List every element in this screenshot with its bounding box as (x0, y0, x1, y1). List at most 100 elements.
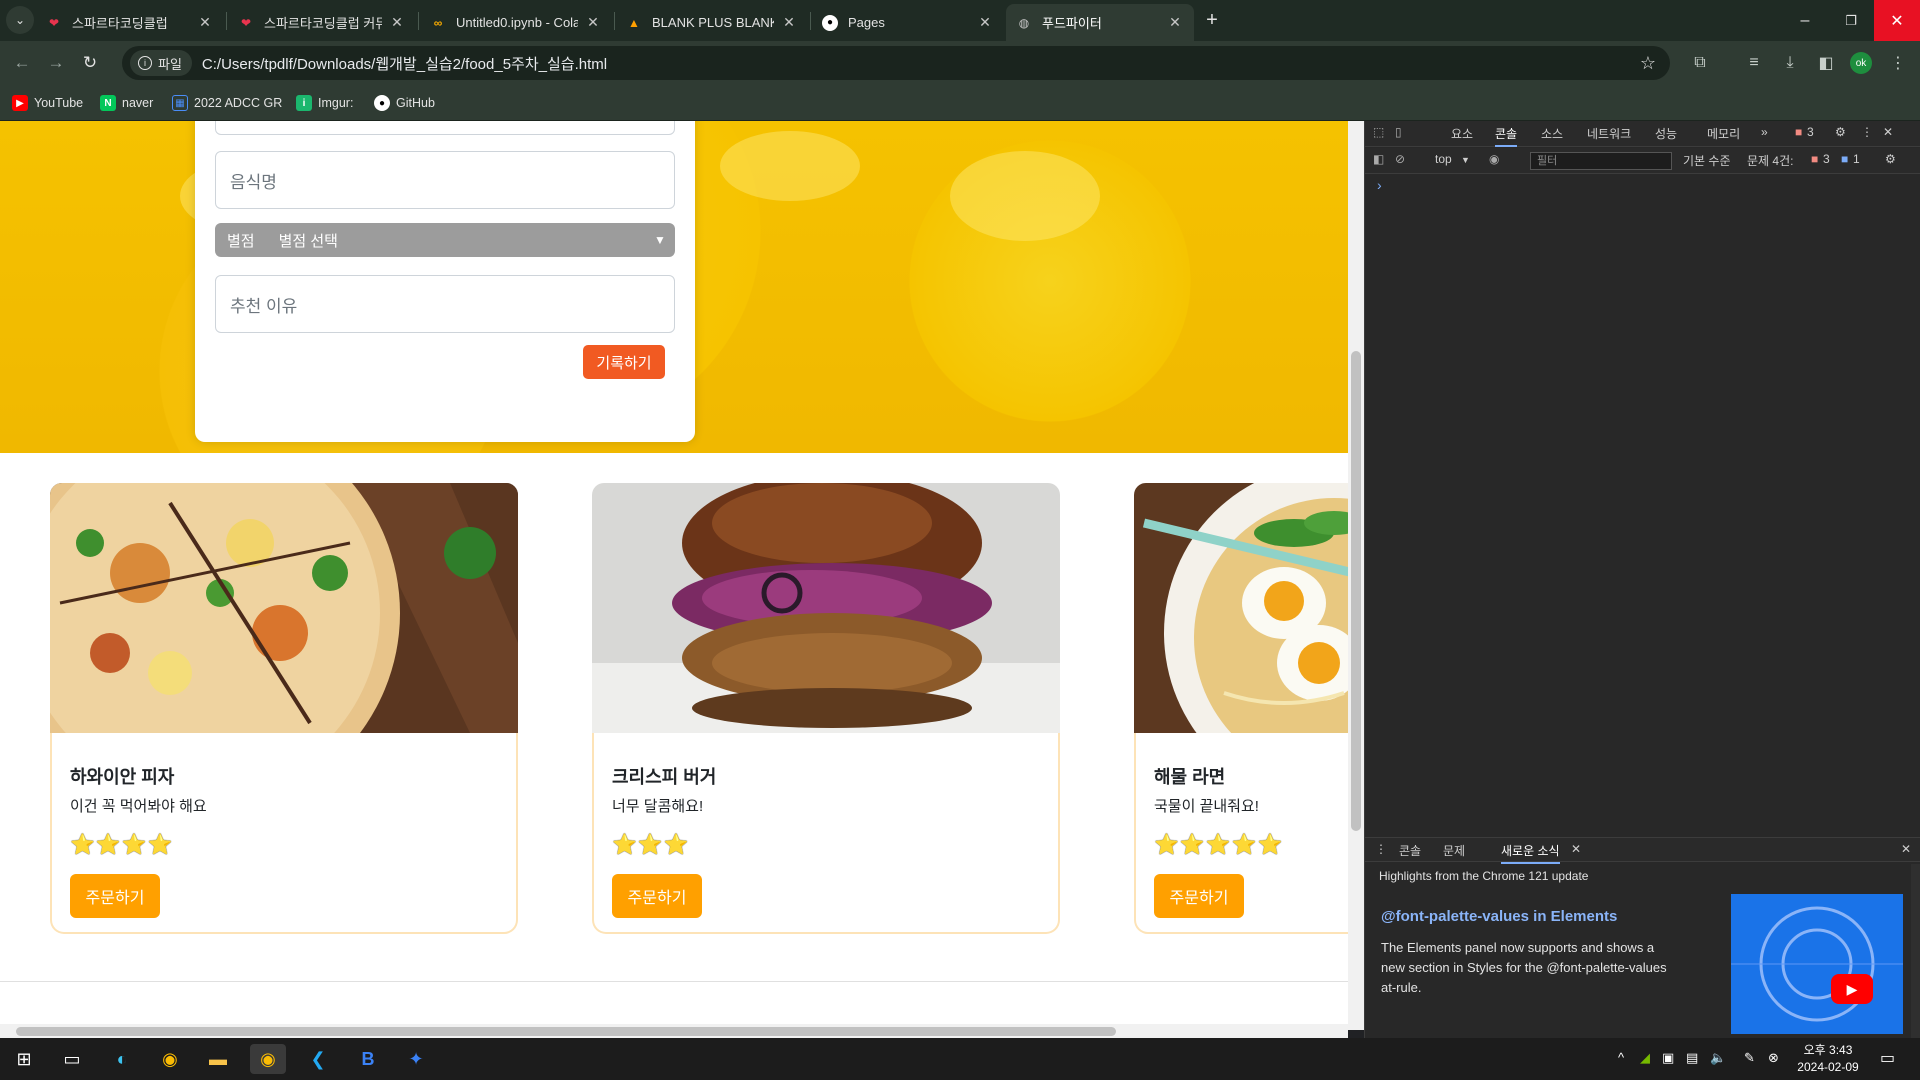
file-explorer-icon[interactable]: ▬ (200, 1044, 236, 1074)
rating-select-group[interactable]: 별점 별점 선택 ▼ (215, 223, 675, 257)
media-control-icon[interactable]: ≡ (1742, 51, 1766, 75)
extensions-icon[interactable]: ⧉ (1688, 51, 1712, 75)
submit-button[interactable]: 기록하기 (583, 345, 665, 379)
close-devtools-icon[interactable]: ✕ (1883, 125, 1893, 139)
tab-colab[interactable]: ∞ Untitled0.ipynb - Colaboratory ✕ (420, 4, 612, 41)
clear-console-icon[interactable]: ⊘ (1395, 152, 1405, 166)
status-icon[interactable]: ⊗ (1768, 1050, 1779, 1066)
more-tabs-icon[interactable]: » (1761, 125, 1768, 139)
issue-info-count[interactable]: 1 (1853, 152, 1860, 166)
side-panel-icon[interactable]: ◧ (1814, 51, 1838, 75)
close-icon[interactable]: ✕ (388, 14, 406, 31)
tab-sparta-community[interactable]: ❤ 스파르타코딩클럽 커뮤니티 | 스 ✕ (228, 4, 416, 41)
forward-button[interactable]: → (42, 49, 70, 77)
url-text[interactable]: C:/Users/tpdlf/Downloads/웹개발_실습2/food_5주… (202, 53, 607, 74)
order-button[interactable]: 주문하기 (1154, 874, 1244, 918)
food-name-input[interactable]: 음식명 (215, 151, 675, 209)
tab-sources[interactable]: 소스 (1541, 125, 1563, 142)
scrollbar-thumb[interactable] (1351, 351, 1361, 831)
context-select[interactable]: top (1435, 152, 1452, 166)
nvidia-icon[interactable]: ◢ (1640, 1050, 1650, 1066)
bookmark-imgur[interactable]: i Imgur: (296, 93, 353, 113)
download-icon[interactable]: ⤓ (1778, 51, 1802, 75)
whats-new-title[interactable]: @font-palette-values in Elements (1381, 908, 1617, 925)
windows-start-icon[interactable]: ⊞ (6, 1044, 42, 1074)
console-prompt[interactable]: › (1377, 177, 1382, 193)
close-icon[interactable]: ✕ (780, 14, 798, 31)
settings-gear-icon[interactable]: ⚙ (1835, 125, 1846, 139)
chrome-profile-icon[interactable]: ◉ (250, 1044, 286, 1074)
close-icon[interactable]: ✕ (1571, 842, 1581, 856)
reload-button[interactable]: ↻ (76, 49, 104, 77)
messenger-icon[interactable]: ✦ (398, 1044, 434, 1074)
reason-textarea[interactable]: 추천 이유 (215, 275, 675, 333)
sidebar-toggle-icon[interactable]: ◧ (1373, 152, 1384, 166)
rating-select[interactable]: 별점 선택 (267, 230, 645, 251)
task-view-icon[interactable]: ▭ (54, 1044, 90, 1074)
clock[interactable]: 오후 3:43 2024-02-09 (1790, 1042, 1866, 1076)
order-button[interactable]: 주문하기 (612, 874, 702, 918)
restore-button[interactable]: ❐ (1828, 0, 1874, 41)
close-window-button[interactable]: ✕ (1874, 0, 1920, 41)
tab-elements[interactable]: 요소 (1451, 125, 1473, 142)
bookmark-star-icon[interactable]: ☆ (1640, 53, 1656, 74)
bookmark-adcc[interactable]: ▦ 2022 ADCC GR (172, 93, 282, 113)
device-toolbar-icon[interactable]: ▯ (1395, 125, 1402, 139)
tab-github-pages[interactable]: ● Pages ✕ (812, 4, 1004, 41)
drawer-scrollbar[interactable] (1911, 864, 1920, 1039)
tab-console[interactable]: 콘솔 (1495, 125, 1518, 147)
console-settings-gear-icon[interactable]: ⚙ (1885, 152, 1896, 166)
tab-memory[interactable]: 메모리 (1707, 125, 1740, 142)
issues-label[interactable]: 문제 4건: (1747, 152, 1793, 169)
close-icon[interactable]: ✕ (976, 14, 994, 31)
notification-icon[interactable]: ▭ (1880, 1048, 1895, 1068)
order-button[interactable]: 주문하기 (70, 874, 160, 918)
youtube-play-icon[interactable]: ▶ (1831, 974, 1873, 1004)
drawer-tab-whats-new[interactable]: 새로운 소식 (1501, 842, 1560, 864)
bookmark-naver[interactable]: N naver (100, 93, 153, 113)
drawer-menu-icon[interactable]: ⋮ (1375, 842, 1387, 856)
scrollbar-thumb[interactable] (16, 1027, 1116, 1036)
tab-network[interactable]: 네트워크 (1587, 125, 1631, 142)
profile-avatar[interactable]: ok (1850, 52, 1872, 74)
site-info-chip[interactable]: i 파일 (130, 50, 192, 76)
back-button[interactable]: ← (8, 49, 36, 77)
close-icon[interactable]: ✕ (196, 14, 214, 31)
edge-icon[interactable]: ◐ (104, 1044, 140, 1074)
horizontal-scrollbar[interactable] (0, 1024, 1348, 1038)
tab-food-fighter[interactable]: ◍ 푸드파이터 ✕ (1006, 4, 1194, 41)
tray-overflow-icon[interactable]: ^ (1618, 1050, 1624, 1065)
tab-sparta[interactable]: ❤ 스파르타코딩클럽 ✕ (36, 4, 224, 41)
menu-kebab-icon[interactable]: ⋮ (1886, 51, 1910, 75)
log-level-select[interactable]: 기본 수준 (1683, 152, 1731, 169)
error-count[interactable]: 3 (1807, 125, 1814, 139)
vscode-icon[interactable]: ❮ (300, 1044, 336, 1074)
close-icon[interactable]: ✕ (1166, 14, 1184, 31)
bookmark-github[interactable]: ● GitHub (374, 93, 435, 113)
network-icon[interactable]: ▣ (1662, 1050, 1674, 1066)
devtools-menu-icon[interactable]: ⋮ (1861, 125, 1873, 139)
device-icon[interactable]: ▤ (1686, 1050, 1698, 1066)
bookmark-youtube[interactable]: ▶ YouTube (12, 93, 83, 113)
drawer-tab-console[interactable]: 콘솔 (1399, 842, 1421, 859)
cut-off-field[interactable] (215, 121, 675, 135)
live-expression-eye-icon[interactable]: ◉ (1489, 152, 1499, 166)
close-icon[interactable]: ✕ (584, 14, 602, 31)
close-drawer-icon[interactable]: ✕ (1901, 842, 1911, 856)
drawer-tab-issues[interactable]: 문제 (1443, 842, 1465, 859)
console-filter-input[interactable]: 필터 (1530, 152, 1672, 170)
inspect-element-icon[interactable]: ⬚ (1373, 125, 1384, 139)
error-badge-icon[interactable]: ■ (1795, 125, 1802, 139)
video-thumbnail[interactable]: ▶ (1731, 894, 1903, 1034)
pen-icon[interactable]: ✎ (1744, 1050, 1755, 1066)
volume-icon[interactable]: 🔈 (1710, 1050, 1726, 1066)
minimize-button[interactable]: – (1782, 0, 1828, 41)
b-app-icon[interactable]: B (350, 1044, 386, 1074)
issue-error-count[interactable]: 3 (1823, 152, 1830, 166)
tab-firebase[interactable]: ▲ BLANK PLUS BLANK - Cloud F ✕ (616, 4, 808, 41)
vertical-scrollbar[interactable] (1348, 121, 1364, 1030)
address-bar[interactable]: i 파일 C:/Users/tpdlf/Downloads/웹개발_실습2/fo… (122, 46, 1670, 80)
tab-performance[interactable]: 성능 (1655, 125, 1677, 142)
new-tab-button[interactable]: + (1198, 6, 1226, 34)
chrome-icon[interactable]: ◉ (152, 1044, 188, 1074)
